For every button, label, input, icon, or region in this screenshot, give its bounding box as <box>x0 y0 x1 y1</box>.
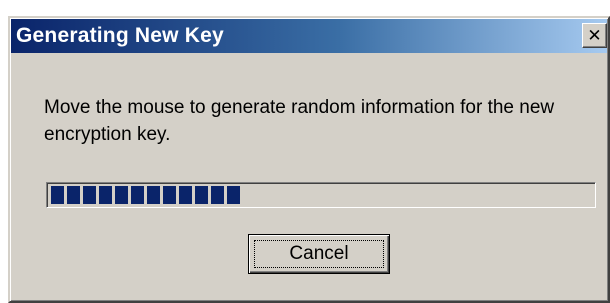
cancel-focus-rect: Cancel <box>254 240 384 268</box>
title-bar[interactable]: Generating New Key ✕ <box>11 19 607 53</box>
generating-key-dialog: Generating New Key ✕ Move the mouse to g… <box>8 16 610 303</box>
close-icon: ✕ <box>587 26 602 45</box>
progress-fill <box>51 186 242 204</box>
dialog-title: Generating New Key <box>16 24 224 47</box>
cancel-button[interactable]: Cancel <box>248 234 390 274</box>
instruction-message: Move the mouse to generate random inform… <box>44 97 555 145</box>
key-generation-progress-bar <box>46 182 596 208</box>
cancel-button-label: Cancel <box>289 243 349 264</box>
close-button[interactable]: ✕ <box>582 23 607 48</box>
